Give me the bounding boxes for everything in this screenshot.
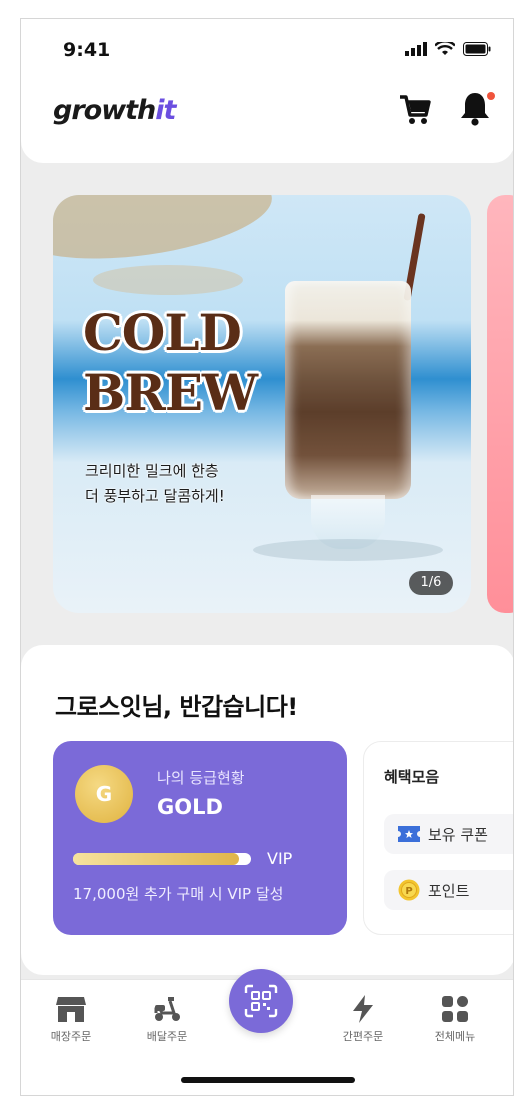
point-coin-icon: P bbox=[398, 879, 420, 901]
greeting-title: 그로스잇님, 반갑습니다! bbox=[55, 693, 298, 721]
status-time: 9:41 bbox=[63, 39, 111, 61]
banner-title: COLD BREW bbox=[83, 303, 258, 423]
logo-accent: it bbox=[155, 95, 176, 126]
umbrella-decoration bbox=[53, 195, 278, 273]
benefit-card: 혜택모음 보유 쿠폰 P 포인트 bbox=[363, 741, 513, 935]
tab-quick-order-label: 간편주문 bbox=[342, 1030, 384, 1043]
grade-badge: G bbox=[75, 765, 133, 823]
banner-title-line2: BREW bbox=[83, 363, 258, 422]
home-indicator bbox=[181, 1077, 355, 1083]
app-header: 9:41 growthit bbox=[21, 19, 513, 163]
brand-logo[interactable]: growthit bbox=[53, 95, 176, 126]
tab-all-menu[interactable]: 전체메뉴 bbox=[415, 994, 495, 1044]
logo-main: growth bbox=[53, 95, 156, 126]
lightning-icon bbox=[353, 995, 373, 1023]
phone-screen: 9:41 growthit COLD BREW 크리미한 밀크에 한층 더 풍부… bbox=[20, 18, 514, 1096]
battery-icon bbox=[463, 42, 491, 56]
cart-button[interactable] bbox=[397, 91, 433, 127]
qr-scan-button[interactable] bbox=[229, 969, 293, 1033]
tab-delivery-order-label: 배달주문 bbox=[146, 1030, 188, 1043]
grade-name: GOLD bbox=[157, 795, 223, 819]
next-grade-label: VIP bbox=[267, 849, 293, 868]
glass-shadow bbox=[253, 539, 443, 561]
status-icons bbox=[405, 42, 491, 56]
coffee-glass-image bbox=[285, 281, 411, 499]
next-banner-peek[interactable] bbox=[487, 195, 513, 613]
signal-icon bbox=[405, 42, 427, 56]
tab-store-order[interactable]: 매장주문 bbox=[31, 994, 111, 1044]
qr-code-icon bbox=[244, 984, 278, 1018]
coupon-icon bbox=[398, 826, 420, 842]
tab-store-order-label: 매장주문 bbox=[50, 1030, 92, 1043]
grade-progress-bar bbox=[73, 853, 251, 865]
scooter-icon bbox=[154, 997, 180, 1021]
tab-delivery-order[interactable]: 배달주문 bbox=[127, 994, 207, 1044]
cart-icon bbox=[400, 95, 431, 124]
point-label: 포인트 bbox=[428, 881, 470, 900]
wifi-icon bbox=[435, 42, 455, 55]
grid-menu-icon bbox=[442, 996, 468, 1022]
benefit-title: 혜택모음 bbox=[384, 768, 440, 786]
store-icon bbox=[56, 997, 86, 1022]
banner-subtitle: 크리미한 밀크에 한층 더 풍부하고 달콤하게! bbox=[85, 459, 225, 509]
grade-label: 나의 등급현황 bbox=[157, 769, 245, 787]
banner-page-counter: 1/6 bbox=[409, 571, 453, 595]
grade-note: 17,000원 추가 구매 시 VIP 달성 bbox=[73, 885, 284, 903]
tab-all-menu-label: 전체메뉴 bbox=[434, 1030, 476, 1043]
banner-title-line1: COLD bbox=[83, 303, 242, 362]
coupon-label: 보유 쿠폰 bbox=[428, 825, 488, 844]
promo-banner[interactable]: COLD BREW 크리미한 밀크에 한층 더 풍부하고 달콤하게! bbox=[53, 195, 471, 613]
tab-quick-order[interactable]: 간편주문 bbox=[323, 994, 403, 1044]
coupon-button[interactable]: 보유 쿠폰 bbox=[384, 814, 513, 854]
banner-subtitle-line2: 더 풍부하고 달콤하게! bbox=[85, 487, 225, 505]
banner-subtitle-line1: 크리미한 밀크에 한층 bbox=[85, 462, 219, 480]
member-section: 그로스잇님, 반갑습니다! G 나의 등급현황 GOLD VIP 17,000원… bbox=[21, 645, 513, 975]
grade-progress-fill bbox=[73, 853, 239, 865]
point-button[interactable]: P 포인트 bbox=[384, 870, 513, 910]
umbrella-decoration bbox=[93, 265, 243, 295]
svg-text:P: P bbox=[405, 886, 412, 897]
notification-dot bbox=[487, 92, 495, 100]
grade-card[interactable]: G 나의 등급현황 GOLD VIP 17,000원 추가 구매 시 VIP 달… bbox=[53, 741, 347, 935]
